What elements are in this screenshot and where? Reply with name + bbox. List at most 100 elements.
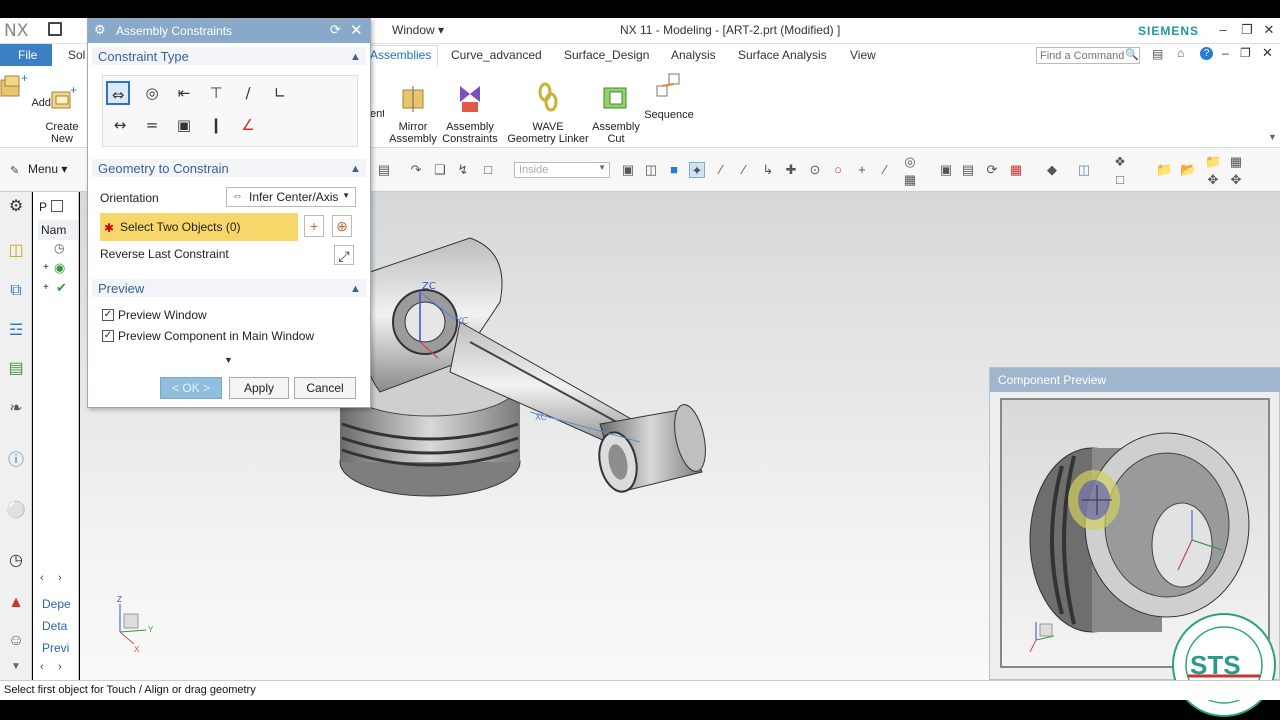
dialog-title[interactable]: Assembly Constraints	[88, 19, 370, 43]
close-icon[interactable]: ✕	[350, 21, 363, 39]
scroll-right-icon[interactable]: ›	[58, 572, 62, 584]
dependencies-panel[interactable]: Depe	[42, 597, 71, 611]
move-icon[interactable]: ▦	[1228, 154, 1244, 170]
fix-icon[interactable]: ⊤	[204, 81, 228, 105]
scroll-left-icon[interactable]: ‹	[40, 572, 44, 584]
equal-icon[interactable]: =	[140, 113, 164, 137]
collapse-icon[interactable]: ▲	[350, 51, 361, 63]
menu-button[interactable]: Menu ▾	[28, 162, 67, 176]
info-icon[interactable]: ⓘ	[5, 450, 27, 472]
close-icon[interactable]: ✕	[1260, 21, 1278, 39]
touch-align-icon[interactable]: ⇔	[106, 81, 130, 105]
collapse-icon[interactable]: ▲	[350, 283, 361, 295]
rect-select-icon[interactable]: □	[480, 162, 496, 178]
wave-geometry-linker-button[interactable]: WAVE Geometry Linker	[505, 70, 591, 145]
tab-analysis[interactable]: Analysis	[671, 48, 716, 62]
minimize-icon[interactable]: –	[1214, 21, 1232, 39]
reposition-icon[interactable]: ✥	[1228, 172, 1244, 188]
folder-open-icon[interactable]: 📂	[1180, 162, 1196, 178]
constraint-node-icon[interactable]: ◉	[54, 260, 65, 276]
home-icon[interactable]: ⌂	[1177, 46, 1184, 60]
align-lock-icon[interactable]: ↔	[108, 113, 132, 137]
show-hide-icon[interactable]: ❖	[1112, 154, 1128, 170]
scroll-left-icon[interactable]: ‹	[40, 661, 44, 673]
snap-point-icon[interactable]: ✦	[689, 162, 705, 178]
orient-view-icon[interactable]: ▦	[1008, 162, 1024, 178]
restore-icon[interactable]: ❐	[1238, 21, 1256, 39]
preview-component-checkbox[interactable]: ✓	[102, 330, 114, 342]
fit-icon[interactable]: ▣	[172, 113, 196, 137]
cube-icon[interactable]: ◫	[643, 162, 659, 178]
navigator-pin-icon[interactable]	[51, 200, 63, 212]
center-icon[interactable]: ⊙	[807, 162, 823, 178]
expand-icon[interactable]: +	[43, 282, 49, 293]
column-header-name[interactable]: Nam	[38, 220, 78, 240]
ribbon-expand-icon[interactable]: ▼	[1268, 132, 1277, 142]
collapse-icon[interactable]: ▲	[350, 163, 361, 175]
point-dialog-icon[interactable]: +	[304, 215, 324, 237]
quadrant-icon[interactable]: ○	[830, 162, 846, 178]
check-icon[interactable]: ✔	[56, 280, 67, 296]
rotate-icon[interactable]: ⟳	[984, 162, 1000, 178]
details-panel[interactable]: Deta	[42, 619, 67, 633]
constraint-navigator-icon[interactable]: ⧉	[5, 280, 27, 302]
doc-restore-icon[interactable]: ❐	[1240, 46, 1251, 60]
curve-icon[interactable]: ↳	[760, 162, 776, 178]
orientation-dropdown[interactable]: Infer Center/Axis ⇔ ▼	[226, 187, 356, 207]
more-options-icon[interactable]: ▼	[224, 355, 233, 365]
perpendicular-icon[interactable]: ∟	[268, 81, 292, 105]
select-component-icon[interactable]: ❏	[432, 162, 448, 178]
help-icon[interactable]: ?	[1200, 47, 1213, 60]
preview-window-checkbox[interactable]: ✓	[102, 309, 114, 321]
ok-button[interactable]: < OK >	[160, 377, 222, 399]
line-point-icon[interactable]: ∕	[877, 162, 893, 178]
sequence-button[interactable]: Sequence	[634, 70, 704, 121]
preview-header[interactable]: Preview	[98, 281, 144, 296]
tab-solid[interactable]: Sol	[68, 48, 85, 62]
reset-icon[interactable]: ⟳	[330, 22, 341, 38]
selection-scope-dropdown[interactable]: Inside ▼	[514, 162, 610, 178]
tab-surface-analysis[interactable]: Surface Analysis	[738, 48, 827, 62]
line-icon[interactable]: ∕	[713, 162, 729, 178]
tab-assemblies[interactable]: Assemblies	[363, 45, 439, 66]
angle-icon[interactable]: ∠	[236, 113, 260, 137]
preview-panel[interactable]: Previ	[42, 641, 69, 655]
tab-file[interactable]: File	[0, 44, 52, 66]
assembly-constraints-button[interactable]: Assembly Constraints	[435, 70, 505, 145]
tab-curve-advanced[interactable]: Curve_advanced	[451, 48, 542, 62]
open-assembly-icon[interactable]: 📁	[1205, 154, 1221, 170]
roles-icon[interactable]: ☺	[5, 630, 27, 652]
concentric-icon[interactable]: ◎	[140, 81, 164, 105]
render-style-icon[interactable]: ◆	[1044, 162, 1060, 178]
reverse-direction-icon[interactable]: ⤢	[334, 245, 354, 265]
shaded-icon[interactable]: ▣	[620, 162, 636, 178]
part-navigator-icon[interactable]: ☲	[5, 320, 27, 342]
doc-minimize-icon[interactable]: –	[1222, 46, 1229, 60]
apply-button[interactable]: Apply	[229, 377, 289, 399]
layout-icon[interactable]: ▤	[1152, 47, 1163, 61]
hd3d-tools-icon[interactable]: ❧	[5, 398, 27, 420]
palette-icon[interactable]: ▲	[5, 592, 27, 614]
tab-surface-design[interactable]: Surface_Design	[564, 48, 649, 62]
settings-icon[interactable]: ⚙	[5, 196, 27, 218]
scroll-right-icon[interactable]: ›	[58, 661, 62, 673]
existing-point-icon[interactable]: ◎	[902, 154, 918, 170]
component-preview-title[interactable]: Component Preview	[990, 368, 1280, 392]
replace-icon[interactable]: ✥	[1205, 172, 1221, 188]
history-icon[interactable]: ◷	[5, 550, 27, 572]
point-icon[interactable]: +	[854, 162, 870, 178]
view-orient-icon[interactable]: ▣	[938, 162, 954, 178]
tab-view[interactable]: View	[850, 48, 876, 62]
expand-icon[interactable]: +	[43, 262, 49, 273]
pointer-icon[interactable]: ↷	[408, 162, 424, 178]
geometry-to-constrain-header[interactable]: Geometry to Constrain	[98, 161, 229, 176]
window-menu[interactable]: Window ▾	[392, 23, 444, 37]
snap-icon[interactable]: ▤	[376, 162, 392, 178]
assembly-navigator-icon[interactable]: ◫	[5, 240, 27, 262]
grid-icon[interactable]: ▦	[902, 172, 918, 188]
center-icon[interactable]: ❙	[204, 113, 228, 137]
deselect-icon[interactable]: ↯	[455, 162, 471, 178]
reuse-library-icon[interactable]: ▤	[5, 358, 27, 380]
fit-view-icon[interactable]: ▤	[960, 162, 976, 178]
web-browser-icon[interactable]: ⚪	[5, 500, 27, 522]
